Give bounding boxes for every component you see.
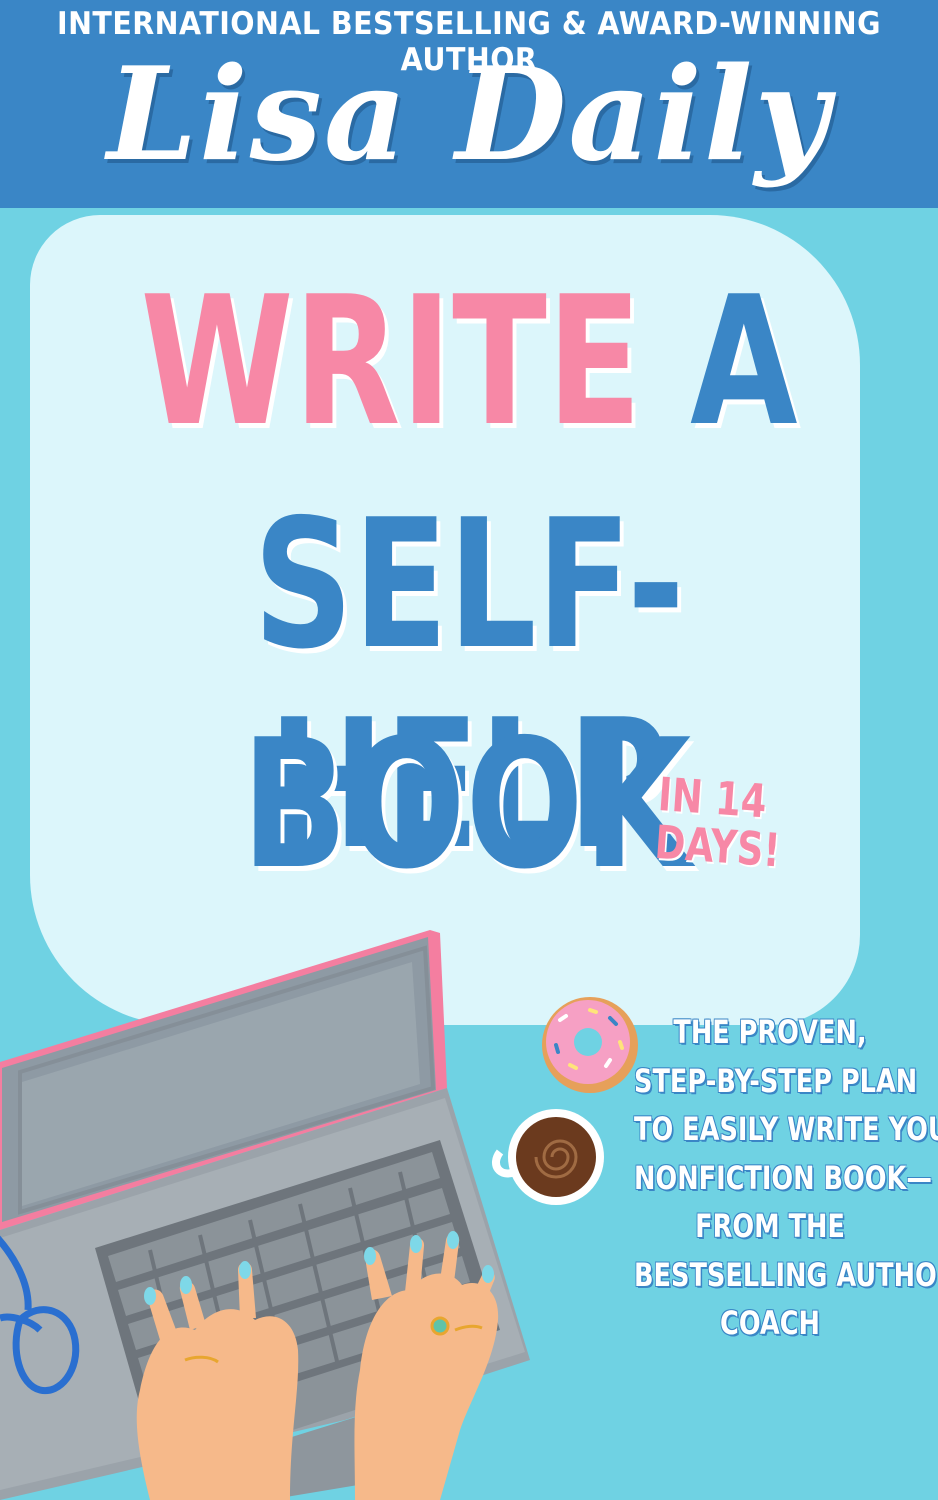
book-description: THE PROVEN, STEP-BY-STEP PLAN TO EASILY … bbox=[634, 1008, 938, 1348]
days-badge-line-2: DAYS! bbox=[653, 814, 783, 878]
description-line: STEP-BY-STEP PLAN bbox=[634, 1061, 918, 1100]
title-word-write: WRITE bbox=[140, 258, 642, 465]
hands-icon bbox=[136, 1231, 499, 1500]
description-line: THE PROVEN, bbox=[673, 1013, 867, 1051]
description-line: FROM THE bbox=[695, 1207, 845, 1245]
description-line: BESTSELLING AUTHOR bbox=[634, 1255, 938, 1294]
title-word-a: A bbox=[690, 258, 798, 465]
book-cover: INTERNATIONAL BESTSELLING & AWARD-WINNIN… bbox=[0, 0, 938, 1500]
description-line: COACH bbox=[720, 1304, 820, 1342]
author-name: Lisa Daily bbox=[107, 40, 831, 190]
title-line-3: BOOK bbox=[241, 701, 692, 908]
title-line-1: WRITE A bbox=[103, 262, 835, 462]
coffee-cup-icon bbox=[492, 1109, 604, 1205]
description-line: NONFICTION BOOK— bbox=[634, 1158, 932, 1197]
days-badge: IN 14 DAYS! bbox=[653, 767, 819, 878]
glasses-icon bbox=[0, 1235, 80, 1395]
description-line: TO EASILY WRITE YOUR bbox=[634, 1110, 938, 1148]
